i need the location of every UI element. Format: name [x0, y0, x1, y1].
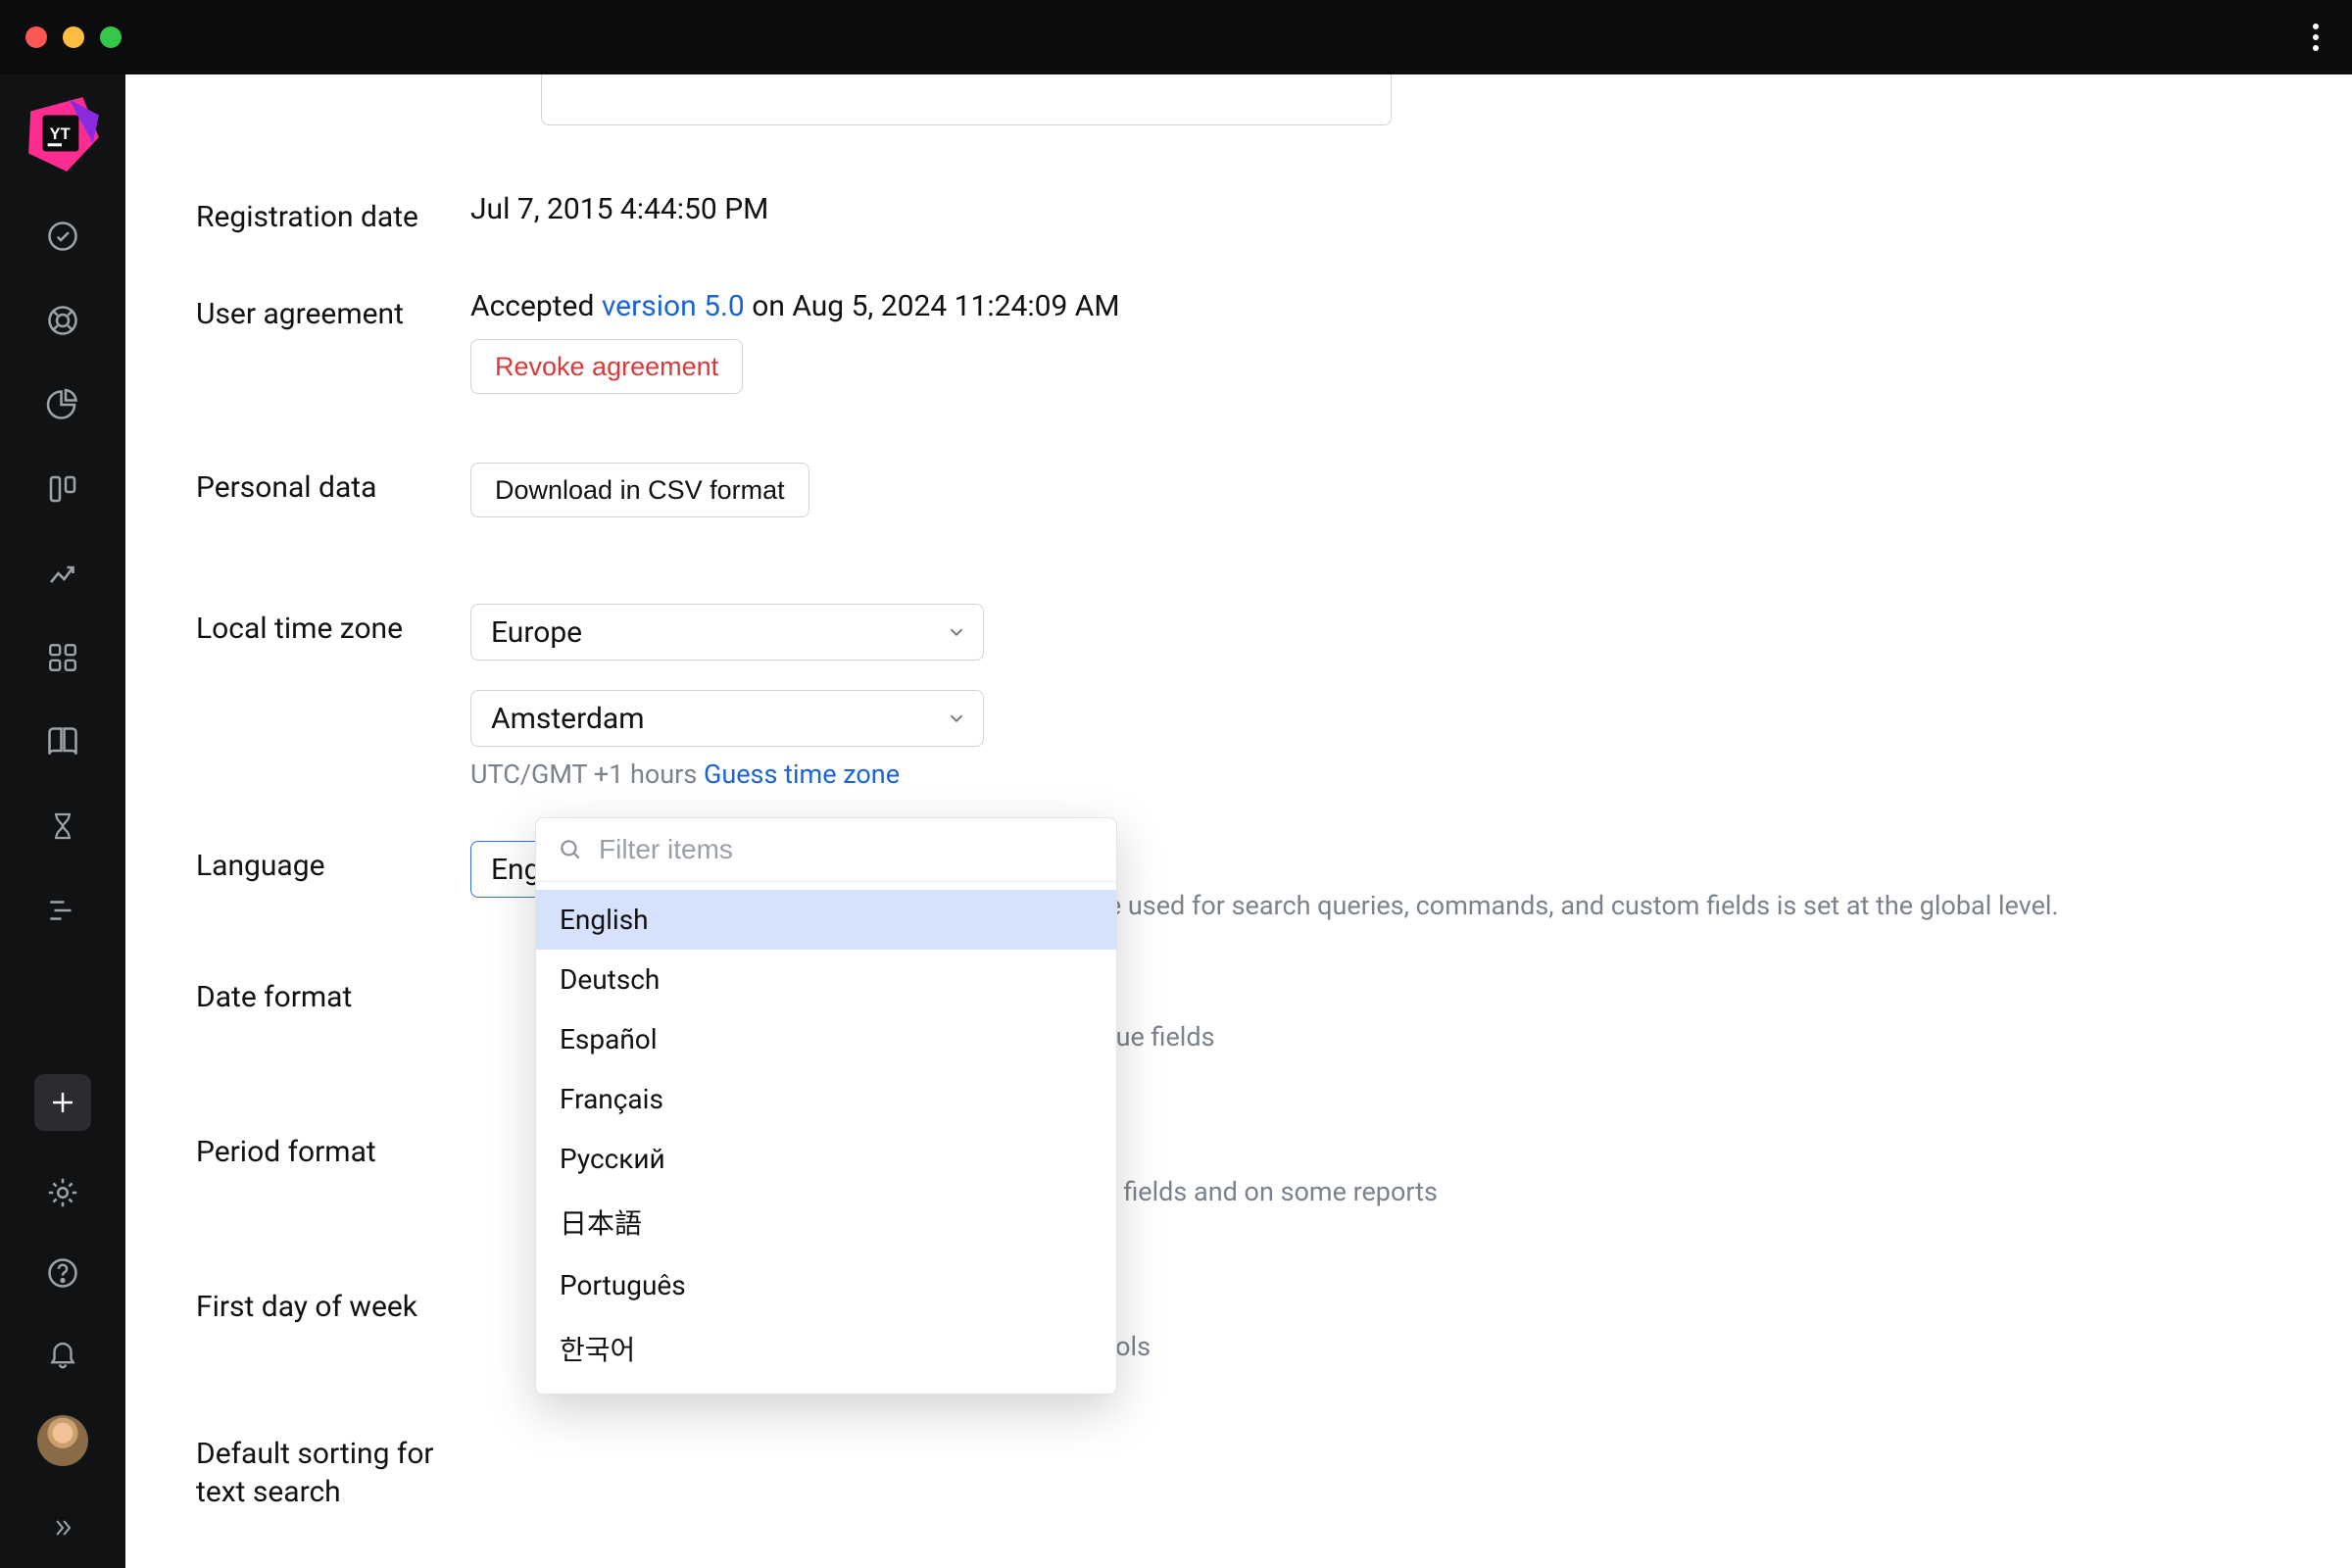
row-first-day: First day of week controls [196, 1282, 2313, 1362]
help-icon[interactable] [44, 1254, 81, 1292]
language-hint-partial: guage used for search queries, commands,… [1049, 890, 2059, 921]
guess-timezone-link[interactable]: Guess time zone [704, 759, 900, 790]
partial-input-above[interactable] [541, 74, 1392, 125]
activity-icon[interactable] [44, 386, 81, 423]
date-format-hint-partial: in issue fields [1054, 1021, 2313, 1053]
bell-icon[interactable] [44, 1335, 81, 1372]
svg-text:YT: YT [50, 125, 71, 143]
language-option[interactable]: 한국어 [536, 1315, 1116, 1382]
row-period-format: Period format issue fields and on some r… [196, 1127, 2313, 1207]
label-language: Language [196, 841, 470, 883]
language-option[interactable]: Français [536, 1069, 1116, 1129]
value-user-agreement: Accepted version 5.0 on Aug 5, 2024 11:2… [470, 289, 2313, 323]
row-date-format: Date format in issue fields [196, 972, 2313, 1053]
minimize-window-icon[interactable] [63, 26, 84, 48]
language-option[interactable]: Español [536, 1009, 1116, 1069]
timezone-region-select[interactable]: Europe [470, 604, 984, 661]
collapse-icon[interactable] [44, 1509, 81, 1546]
label-user-agreement: User agreement [196, 289, 470, 331]
row-language: Language English guage used for search q… [196, 841, 2313, 898]
revoke-agreement-button[interactable]: Revoke agreement [470, 339, 743, 394]
first-day-hint-partial: controls [1054, 1331, 2313, 1362]
create-button[interactable] [34, 1074, 91, 1131]
label-period-format: Period format [196, 1127, 470, 1169]
value-registration-date: Jul 7, 2015 4:44:50 PM [470, 192, 2313, 226]
label-date-format: Date format [196, 972, 470, 1014]
language-option[interactable]: Deutsch [536, 950, 1116, 1009]
maximize-window-icon[interactable] [100, 26, 122, 48]
row-personal-data: Personal data Download in CSV format [196, 463, 2313, 517]
period-format-hint-partial: issue fields and on some reports [1054, 1176, 2313, 1207]
row-user-agreement: User agreement Accepted version 5.0 on A… [196, 289, 2313, 394]
label-personal-data: Personal data [196, 463, 470, 505]
avatar[interactable] [37, 1415, 88, 1466]
language-option[interactable]: 日本語 [536, 1189, 1116, 1255]
close-window-icon[interactable] [25, 26, 47, 48]
hourglass-icon[interactable] [44, 808, 81, 845]
titlebar [0, 0, 2352, 74]
search-icon [558, 837, 583, 862]
chevron-down-icon [946, 708, 967, 729]
download-csv-button[interactable]: Download in CSV format [470, 463, 809, 517]
apps-icon[interactable] [44, 639, 81, 676]
label-default-sort: Default sorting for text search [196, 1427, 470, 1511]
row-timezone: Local time zone Europe Amsterdam UTC/GMT… [196, 604, 2313, 790]
gantt-icon[interactable] [44, 892, 81, 929]
row-registration-date: Registration date Jul 7, 2015 4:44:50 PM [196, 192, 2313, 234]
language-options-list: EnglishDeutschEspañolFrançaisРусский日本語P… [536, 882, 1116, 1394]
language-option[interactable]: Русский [536, 1129, 1116, 1189]
app-logo[interactable]: YT [18, 88, 108, 178]
more-menu-icon[interactable] [2313, 24, 2327, 51]
chevron-down-icon [946, 621, 967, 643]
label-timezone: Local time zone [196, 604, 470, 646]
lifebuoy-icon[interactable] [44, 302, 81, 339]
agreement-version-link[interactable]: version 5.0 [602, 289, 745, 323]
language-filter-input[interactable] [599, 834, 1095, 865]
language-option[interactable]: Português [536, 1255, 1116, 1315]
tasks-icon[interactable] [44, 218, 81, 255]
label-first-day: First day of week [196, 1282, 470, 1324]
timezone-offset-hint: UTC/GMT +1 hours Guess time zone [470, 759, 2313, 790]
timezone-city-select[interactable]: Amsterdam [470, 690, 984, 747]
knowledge-icon[interactable] [44, 723, 81, 760]
language-dropdown: EnglishDeutschEspañolFrançaisРусский日本語P… [535, 817, 1117, 1395]
reports-icon[interactable] [44, 555, 81, 592]
label-registration-date: Registration date [196, 192, 470, 234]
row-default-sort: Default sorting for text search [196, 1427, 2313, 1511]
sidebar: YT [0, 74, 125, 1568]
main-content: Registration date Jul 7, 2015 4:44:50 PM… [125, 74, 2352, 1568]
window-controls [25, 26, 122, 48]
board-icon[interactable] [44, 470, 81, 508]
gear-icon[interactable] [44, 1174, 81, 1211]
language-option[interactable]: English [536, 890, 1116, 950]
